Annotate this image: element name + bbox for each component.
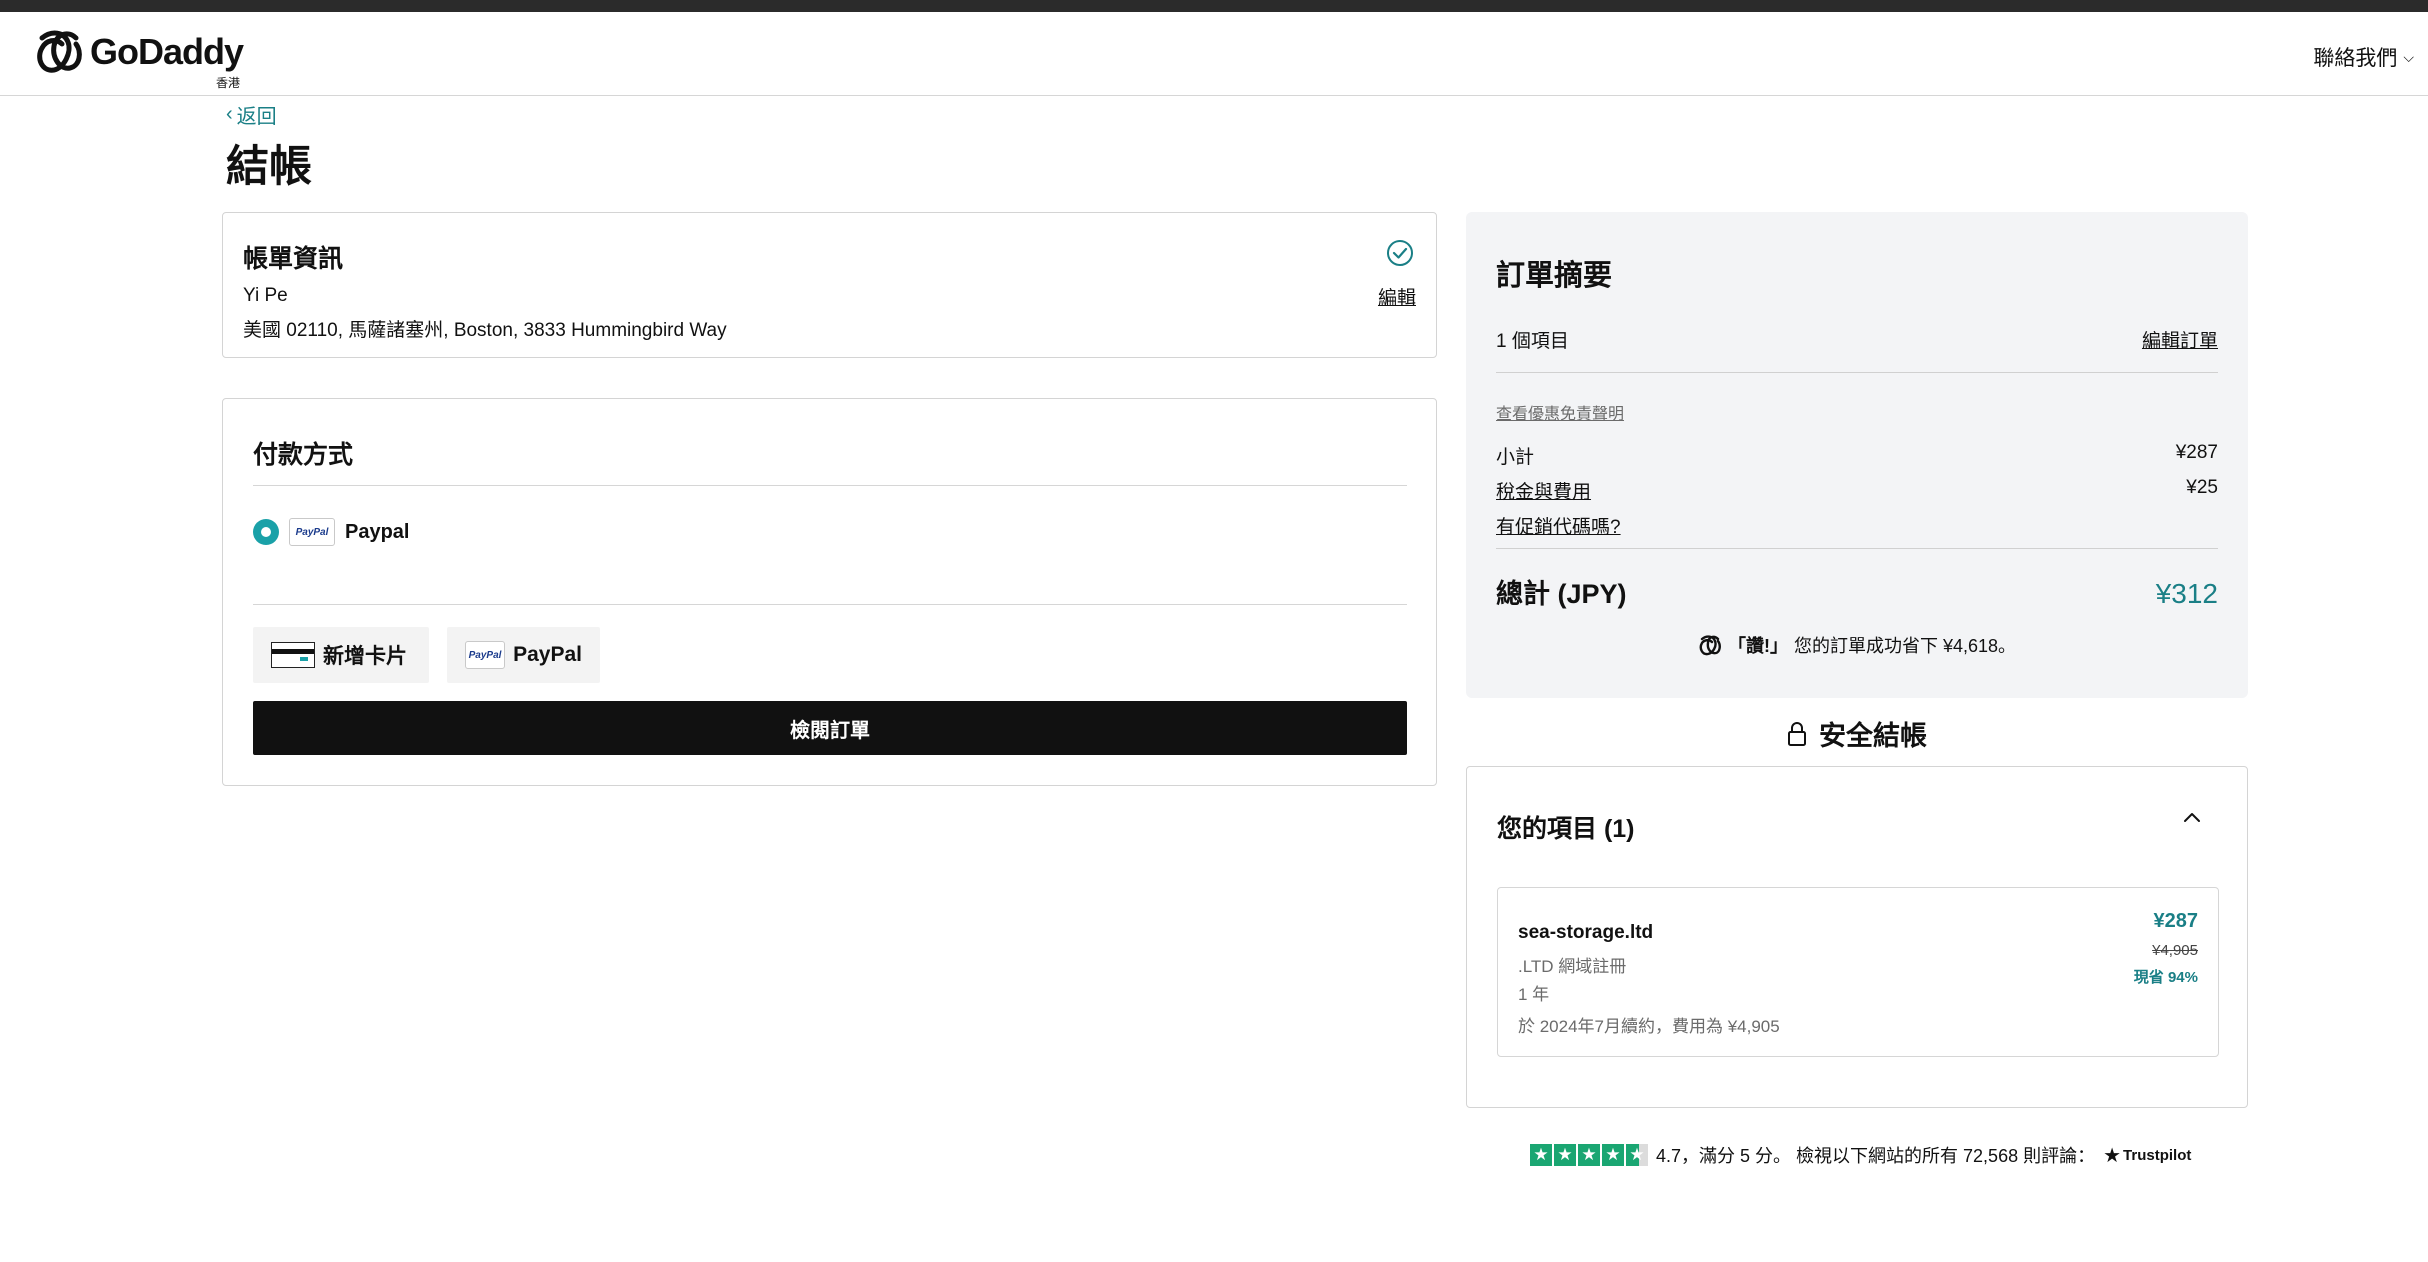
tax-value: ¥25 (2186, 477, 2218, 498)
offer-disclaimer-link[interactable]: 查看優惠免責聲明 (1496, 400, 1624, 424)
add-card-button[interactable]: 新增卡片 (253, 627, 429, 683)
star-icon: ★ (1578, 1144, 1600, 1166)
half-star-icon: ★ (1626, 1144, 1648, 1166)
savings-prefix: 「讚!」 (1727, 636, 1788, 656)
billing-name: Yi Pe (243, 285, 288, 306)
paypal-logo-icon: PayPal (465, 641, 506, 669)
billing-address: 美國 02110, 馬薩諸塞州, Boston, 3833 Hummingbir… (243, 320, 727, 341)
chevron-left-icon: ‹ (226, 103, 233, 125)
trustpilot-text: 4.7，滿分 5 分。 檢視以下網站的所有 72,568 則評論： (1656, 1146, 2096, 1166)
rating-stars: ★ ★ ★ ★ ★ (1530, 1144, 1648, 1166)
secure-checkout-label: 安全結帳 (1466, 714, 2248, 753)
contact-us-menu[interactable]: 聯絡我們 ⌵ (2313, 42, 2414, 72)
order-summary: 訂單摘要 1 個項目 編輯訂單 查看優惠免責聲明 小計 ¥287 稅金與費用 ¥… (1466, 212, 2248, 698)
item-count: 1 個項目 (1496, 331, 1569, 352)
godaddy-mark-icon (1699, 635, 1721, 656)
paypal-logo-icon: PayPal (289, 518, 335, 546)
billing-heading: 帳單資訊 (243, 245, 344, 273)
star-icon: ★ (1602, 1144, 1624, 1166)
trustpilot-brand: Trustpilot (2123, 1146, 2192, 1164)
item-renewal: 於 2024年7月續約，費用為 ¥4,905 (1518, 1017, 1780, 1036)
subtotal-label: 小計 (1496, 447, 1535, 468)
total-row: 總計 (JPY) ¥312 (1496, 572, 2218, 611)
check-circle-icon (1387, 240, 1413, 266)
summary-heading: 訂單摘要 (1496, 260, 1613, 292)
item-price: ¥287 (2153, 910, 2199, 932)
list-item: sea-storage.ltd .LTD 網域註冊 1 年 於 2024年7月續… (1497, 887, 2219, 1057)
browser-bookmark-bar (0, 0, 2428, 12)
item-original-price: ¥4,905 (2152, 942, 2198, 959)
contact-us-label: 聯絡我們 (2313, 47, 2398, 70)
lock-icon (1788, 721, 1806, 746)
trustpilot-star-icon: ★ (2103, 1144, 2122, 1167)
star-icon: ★ (1554, 1144, 1576, 1166)
paypal-button-label: PayPal (513, 643, 582, 666)
edit-billing-link[interactable]: 編輯 (1378, 283, 1416, 310)
secure-checkout-text: 安全結帳 (1819, 721, 1927, 751)
item-term: 1 年 (1518, 985, 1550, 1004)
payment-heading: 付款方式 (253, 441, 354, 469)
godaddy-logo[interactable]: GoDaddy (34, 28, 244, 76)
promo-row: 有促銷代碼嗎? (1496, 512, 2218, 539)
review-order-button[interactable]: 檢閱訂單 (253, 701, 1407, 755)
billing-info-card: 帳單資訊 Yi Pe 美國 02110, 馬薩諸塞州, Boston, 3833… (222, 212, 1437, 358)
total-value: ¥312 (2155, 578, 2218, 609)
region-label: 香港 (216, 76, 241, 90)
paypal-radio[interactable] (253, 519, 279, 545)
back-label: 返回 (236, 106, 277, 128)
divider (253, 485, 1407, 486)
divider (253, 604, 1407, 605)
payment-method-card: 付款方式 PayPal Paypal 新增卡片 PayPal PayPal 檢閱… (222, 398, 1437, 786)
subtotal-value: ¥287 (2175, 442, 2218, 463)
chevron-down-icon: ⌵ (2403, 48, 2414, 65)
savings-message: 「讚!」 您的訂單成功省下 ¥4,618。 (1466, 632, 2248, 658)
subtotal-row: 小計 ¥287 (1496, 442, 2218, 469)
tax-row: 稅金與費用 ¥25 (1496, 477, 2218, 504)
trustpilot-logo: ★ Trustpilot (2103, 1143, 2191, 1168)
item-domain: sea-storage.ltd (1518, 922, 1654, 943)
your-items-card: 您的項目 (1) sea-storage.ltd .LTD 網域註冊 1 年 於… (1466, 766, 2248, 1108)
tax-link[interactable]: 稅金與費用 (1496, 477, 1591, 504)
edit-order-link[interactable]: 編輯訂單 (2142, 326, 2218, 353)
items-heading: 您的項目 (1) (1497, 815, 1635, 843)
item-saving: 現省 94% (2133, 969, 2198, 986)
site-header: GoDaddy 香港 聯絡我們 ⌵ (0, 12, 2428, 96)
divider (1496, 548, 2218, 549)
star-icon: ★ (1530, 1144, 1552, 1166)
page-title: 結帳 (226, 143, 312, 191)
godaddy-logo-icon (37, 30, 82, 73)
divider (1496, 372, 2218, 373)
selected-method-label: Paypal (345, 521, 410, 543)
paypal-button[interactable]: PayPal PayPal (447, 627, 600, 683)
add-card-label: 新增卡片 (323, 645, 407, 668)
brand-name: GoDaddy (90, 31, 244, 72)
chevron-up-icon[interactable] (2181, 807, 2203, 829)
back-link[interactable]: ‹ 返回 (226, 100, 277, 129)
promo-code-link[interactable]: 有促銷代碼嗎? (1496, 512, 1621, 539)
savings-text: 您的訂單成功省下 ¥4,618。 (1793, 636, 2017, 656)
total-label: 總計 (JPY) (1496, 579, 1627, 609)
item-type: .LTD 網域註冊 (1518, 957, 1627, 976)
credit-card-icon (271, 642, 315, 668)
trustpilot-widget[interactable]: ★ ★ ★ ★ ★ 4.7，滿分 5 分。 檢視以下網站的所有 72,568 則… (1530, 1142, 2191, 1168)
